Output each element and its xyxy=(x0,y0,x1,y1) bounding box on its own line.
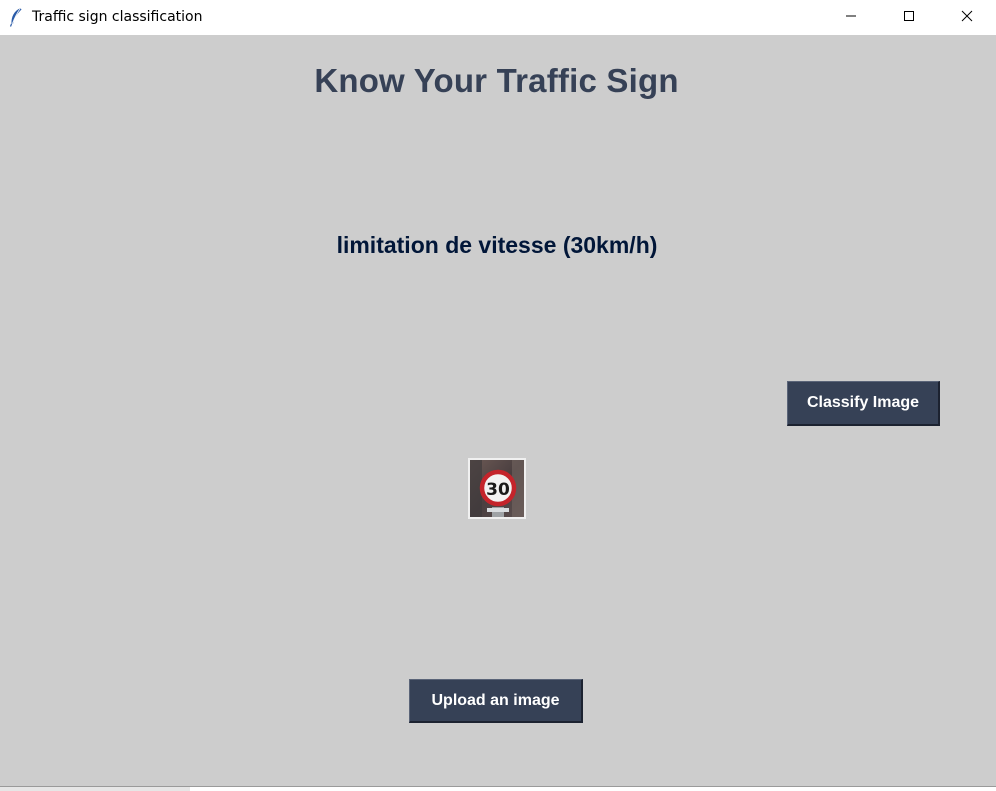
title-bar[interactable]: Traffic sign classification xyxy=(0,0,996,35)
prediction-label: limitation de vitesse (30km/h) xyxy=(336,232,658,258)
divider xyxy=(0,786,996,787)
page-heading: Know Your Traffic Sign xyxy=(314,62,679,99)
minimize-button[interactable] xyxy=(822,0,880,35)
close-icon xyxy=(961,9,973,27)
app-window: Traffic sign classification Know Your Tr… xyxy=(0,0,996,791)
speed-limit-text: 30 xyxy=(486,480,510,500)
feather-icon xyxy=(8,7,24,27)
maximize-icon xyxy=(903,9,915,27)
speed-limit-sign-image: 30 xyxy=(468,458,526,519)
minimize-icon xyxy=(845,9,857,27)
background-window-strip xyxy=(0,786,996,791)
maximize-button[interactable] xyxy=(880,0,938,35)
upload-image-button[interactable]: Upload an image xyxy=(409,679,583,723)
main-area: Know Your Traffic Sign limitation de vit… xyxy=(0,35,996,786)
classify-image-button[interactable]: Classify Image xyxy=(787,381,940,426)
window-title: Traffic sign classification xyxy=(32,9,203,25)
close-button[interactable] xyxy=(938,0,996,35)
